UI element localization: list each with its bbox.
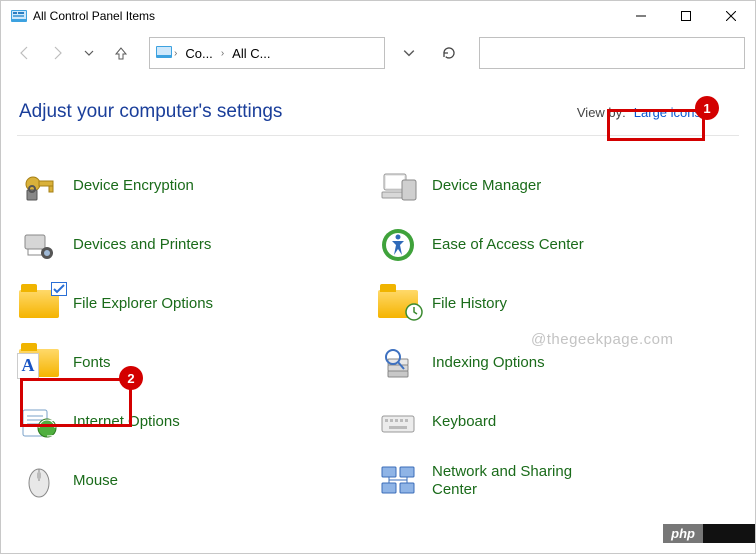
item-label: Fonts [73,354,111,372]
refresh-button[interactable] [433,37,465,69]
item-label: Internet Options [73,413,180,431]
item-ease-of-access-center[interactable]: Ease of Access Center [378,215,737,274]
toolbar: › Co... › All C... [1,31,755,75]
address-bar[interactable]: › Co... › All C... [149,37,385,69]
maximize-button[interactable] [663,2,708,30]
chevron-right-icon[interactable]: › [219,48,226,59]
item-label: Network and Sharing Center [432,463,602,499]
item-label: Device Manager [432,177,541,195]
ease-of-access-icon [378,225,418,265]
device-manager-icon [378,166,418,206]
control-panel-icon [156,44,172,63]
item-file-explorer-options[interactable]: File Explorer Options [19,274,378,333]
php-badge-text: php [663,524,703,543]
breadcrumb-seg-2[interactable]: All C... [226,38,276,68]
printer-camera-icon [19,225,59,265]
viewby-label: View by: [577,105,626,120]
callout-badge-1: 1 [695,96,719,120]
item-fonts[interactable]: A Fonts [19,333,378,392]
item-label: Mouse [73,472,118,490]
viewby-value-text: Large icons [634,105,701,120]
item-keyboard[interactable]: Keyboard [378,392,737,451]
network-sharing-icon [378,461,418,501]
item-file-history[interactable]: File History [378,274,737,333]
item-device-manager[interactable]: Device Manager [378,156,737,215]
items-grid: Device Encryption Devices and Printers F… [1,136,755,510]
item-network-and-sharing-center[interactable]: Network and Sharing Center [378,451,737,510]
up-button[interactable] [107,39,135,67]
item-label: Indexing Options [432,354,545,372]
window-title: All Control Panel Items [33,9,155,23]
search-input[interactable] [479,37,745,69]
item-label: File History [432,295,507,313]
address-dropdown[interactable] [393,37,425,69]
internet-options-icon [19,402,59,442]
minimize-button[interactable] [618,2,663,30]
control-panel-icon [11,8,27,24]
forward-button[interactable] [43,39,71,67]
breadcrumb-seg-1[interactable]: Co... [179,38,218,68]
callout-badge-2: 2 [119,366,143,390]
recent-locations-button[interactable] [75,39,103,67]
item-devices-and-printers[interactable]: Devices and Printers [19,215,378,274]
back-button[interactable] [11,39,39,67]
page-title: Adjust your computer's settings [19,101,577,123]
titlebar: All Control Panel Items [1,1,755,31]
item-device-encryption[interactable]: Device Encryption [19,156,378,215]
php-badge: php [663,524,755,543]
folder-checkbox-icon [19,284,59,324]
item-label: Devices and Printers [73,236,211,254]
item-label: Ease of Access Center [432,236,584,254]
item-mouse[interactable]: Mouse [19,451,378,510]
item-label: Device Encryption [73,177,194,195]
fonts-folder-icon: A [19,343,59,383]
header-row: Adjust your computer's settings View by:… [1,75,755,129]
item-label: File Explorer Options [73,295,213,313]
key-lock-icon [19,166,59,206]
keyboard-icon [378,402,418,442]
watermark-text: @thegeekpage.com [531,331,673,348]
close-button[interactable] [708,2,753,30]
item-label: Keyboard [432,413,496,431]
chevron-right-icon[interactable]: › [172,48,179,59]
file-history-icon [378,284,418,324]
indexing-options-icon [378,343,418,383]
item-internet-options[interactable]: Internet Options [19,392,378,451]
mouse-icon [19,461,59,501]
